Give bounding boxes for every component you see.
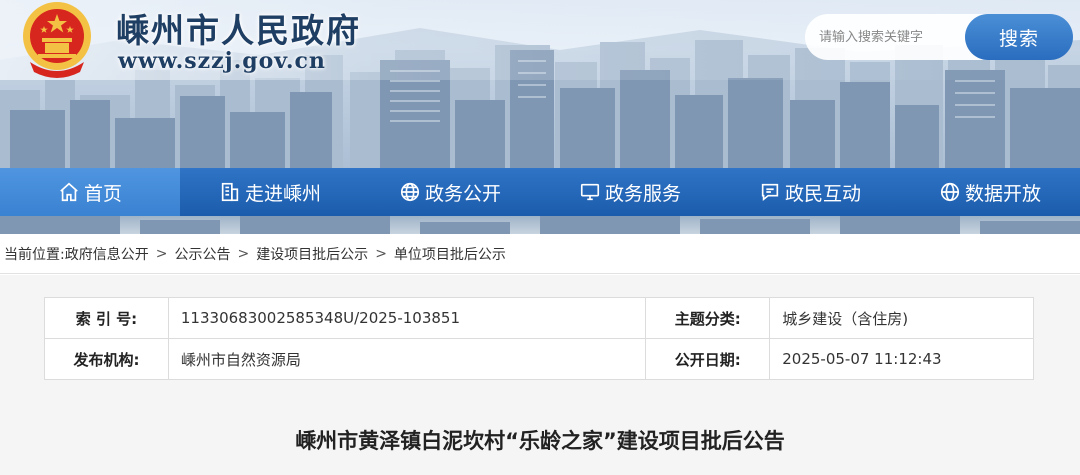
nav-item-government-affairs[interactable]: 政务公开	[360, 168, 540, 216]
index-number-value: 11330683002585348U/2025-103851	[167, 297, 647, 339]
breadcrumb-separator: >	[155, 245, 168, 262]
nav-item-label: 数据开放	[964, 182, 1041, 205]
publish-date-value: 2025-05-07 11:12:43	[769, 338, 1034, 380]
breadcrumb-separator: >	[375, 245, 387, 262]
globe-icon	[400, 182, 420, 202]
nav-item-about-shengzhou[interactable]: 走进嵊州	[180, 168, 360, 216]
main-nav: 首页 走进嵊州 政务公开 政务服务 政民互动 数据开放	[0, 168, 1080, 216]
publish-date-label: 公开日期:	[645, 338, 771, 380]
publisher-value: 嵊州市自然资源局	[167, 338, 647, 380]
breadcrumb-separator: >	[237, 245, 250, 262]
nav-item-label: 首页	[83, 182, 122, 205]
monitor-icon	[580, 183, 600, 201]
publisher-label: 发布机构:	[44, 338, 169, 380]
national-emblem-icon	[23, 2, 91, 78]
breadcrumb-prefix: 当前位置:	[4, 246, 65, 263]
nav-item-label: 政务公开	[424, 182, 501, 205]
table-row: 索 引 号: 11330683002585348U/2025-103851 主题…	[44, 297, 1034, 339]
globe-icon	[940, 182, 960, 202]
site-url: www.szzj.gov.cn	[118, 48, 326, 74]
table-row: 发布机构: 嵊州市自然资源局 公开日期: 2025-05-07 11:12:43	[44, 338, 1034, 380]
main-content: 索 引 号: 11330683002585348U/2025-103851 主题…	[0, 275, 1080, 475]
breadcrumb-link-unit-project[interactable]: 单位项目批后公示	[394, 244, 506, 264]
nav-item-government-services[interactable]: 政务服务	[540, 168, 720, 216]
breadcrumb-link-gov-info[interactable]: 政府信息公开	[65, 244, 149, 264]
breadcrumb: 当前位置: 政府信息公开 > 公示公告 > 建设项目批后公示 > 单位项目批后公…	[0, 234, 1080, 274]
category-label: 主题分类:	[645, 297, 771, 339]
home-icon	[60, 182, 78, 202]
article-title: 嵊州市黄泽镇白泥坎村“乐龄之家”建设项目批后公告	[295, 429, 785, 453]
category-value: 城乡建设（含住房)	[769, 297, 1034, 339]
city-strip-image	[0, 216, 1080, 234]
nav-item-open-data[interactable]: 数据开放	[900, 168, 1080, 216]
search-button[interactable]: 搜索	[965, 14, 1073, 60]
building-icon	[221, 182, 239, 202]
nav-item-label: 走进嵊州	[244, 182, 321, 205]
nav-item-label: 政民互动	[784, 182, 861, 205]
breadcrumb-link-construction-approval[interactable]: 建设项目批后公示	[256, 244, 368, 264]
document-info-table: 索 引 号: 11330683002585348U/2025-103851 主题…	[44, 297, 1034, 380]
index-number-label: 索 引 号:	[44, 297, 169, 339]
chat-icon	[761, 183, 779, 202]
header-banner: 嵊州市人民政府 www.szzj.gov.cn 搜索	[0, 0, 1080, 168]
nav-item-public-interaction[interactable]: 政民互动	[720, 168, 900, 216]
site-title: 嵊州市人民政府	[116, 11, 361, 50]
breadcrumb-link-announcements[interactable]: 公示公告	[174, 244, 230, 264]
nav-item-home[interactable]: 首页	[0, 168, 180, 216]
nav-item-label: 政务服务	[604, 182, 681, 205]
